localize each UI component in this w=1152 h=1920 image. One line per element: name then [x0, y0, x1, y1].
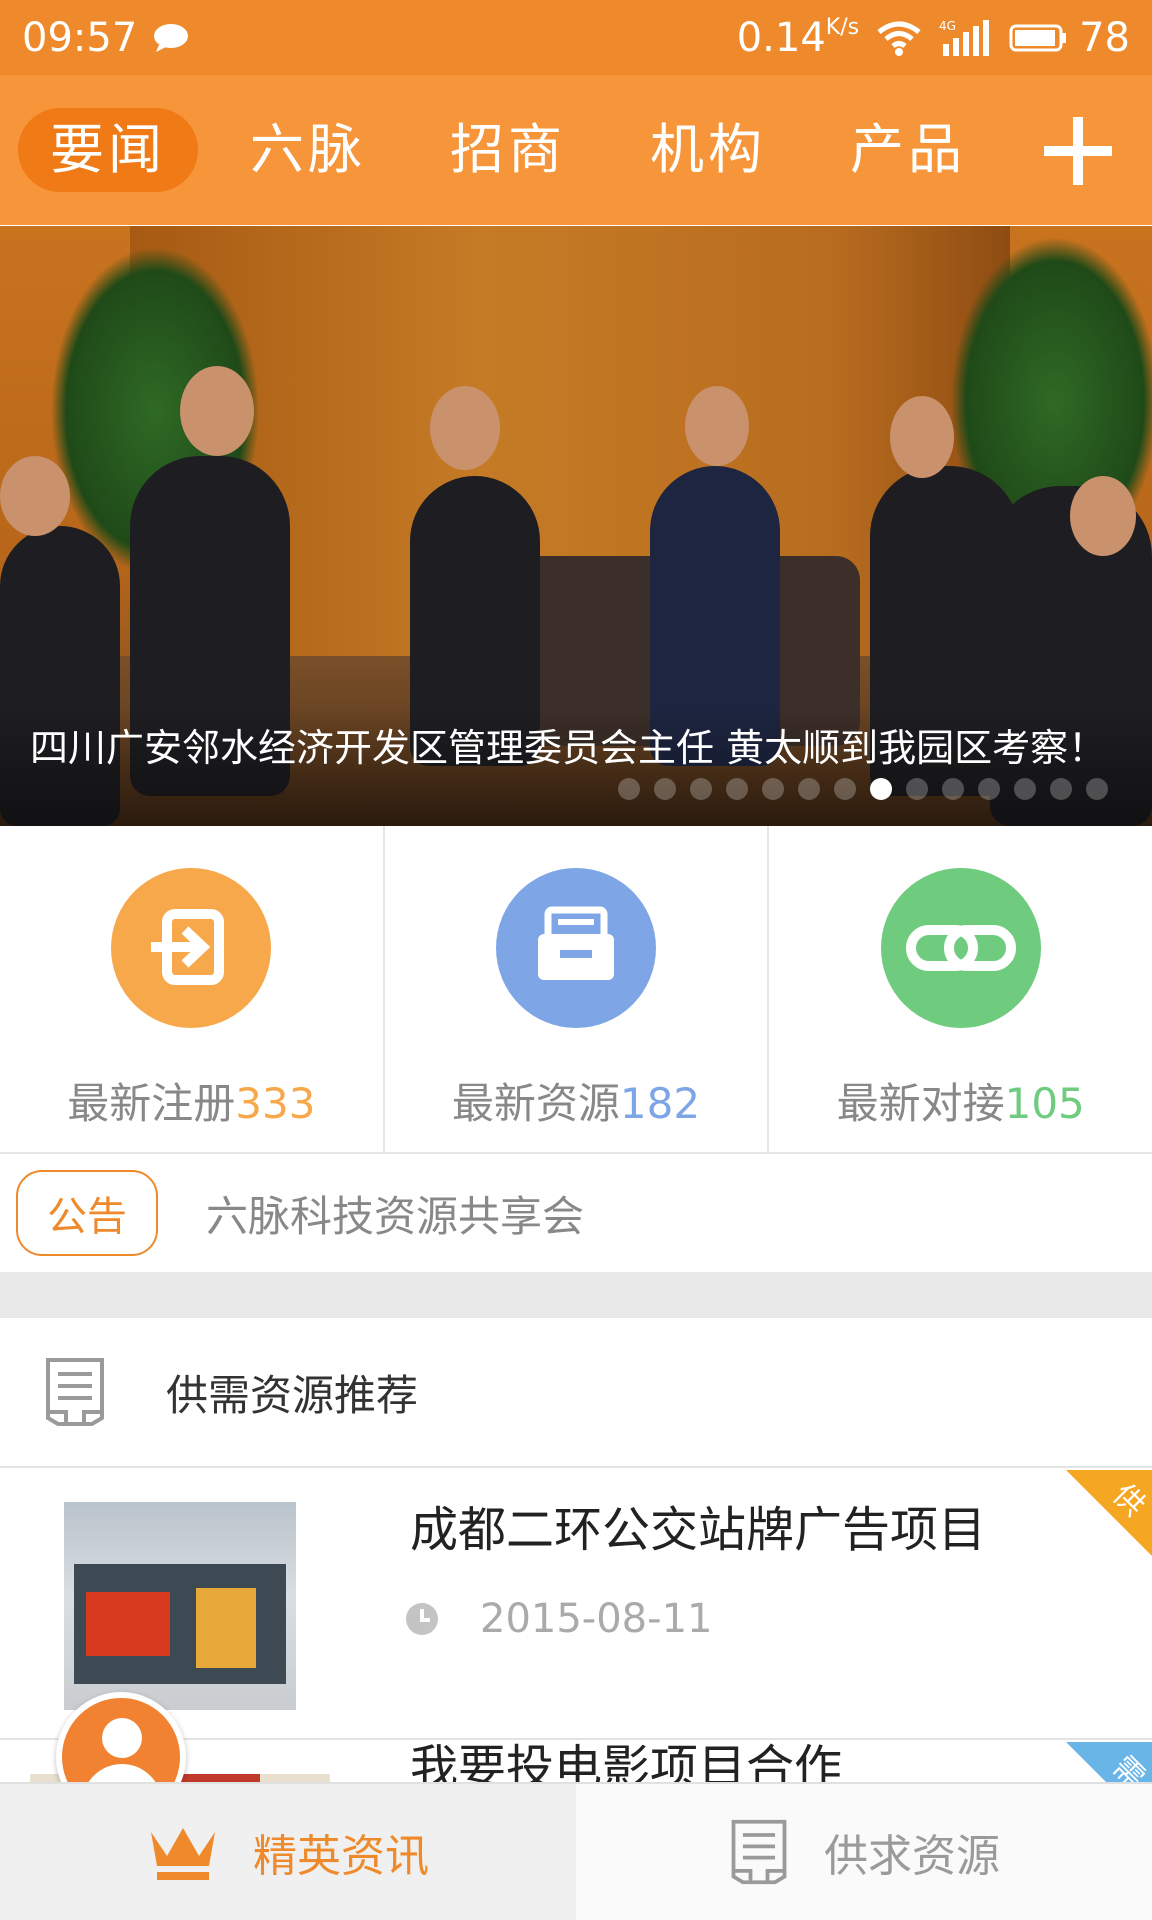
carousel-dot[interactable]	[654, 778, 676, 800]
stat-value: 182	[619, 1079, 701, 1128]
carousel-indicator	[618, 778, 1108, 800]
carousel-dot[interactable]	[1086, 778, 1108, 800]
banner-photo-head	[180, 366, 254, 456]
wifi-icon	[877, 21, 921, 56]
link-icon	[880, 868, 1041, 1028]
stat-label: 最新资源182	[451, 1079, 701, 1128]
inbox-icon	[496, 868, 656, 1028]
stat-value: 333	[235, 1079, 316, 1128]
status-bar: 09:57 0.14K/s 4G 78	[0, 0, 1152, 75]
item-date: 2015-08-11	[480, 1596, 713, 1642]
tab-news[interactable]: 要闻	[18, 108, 198, 192]
svg-text:4G: 4G	[939, 19, 956, 33]
carousel-dot[interactable]	[762, 778, 784, 800]
stat-resources[interactable]: 最新资源182	[385, 826, 770, 1152]
banner-photo-head	[890, 396, 954, 478]
network-speed: 0.14K/s	[736, 14, 860, 61]
notice-bar[interactable]: 公告 六脉科技资源共享会	[0, 1154, 1152, 1272]
battery-icon	[1009, 24, 1067, 51]
login-icon	[111, 868, 272, 1028]
battery-level: 78	[1079, 14, 1130, 61]
crown-icon	[151, 1828, 215, 1880]
carousel-dot[interactable]	[834, 778, 856, 800]
section-divider	[0, 1272, 1152, 1318]
tab-elite-news-label: 精英资讯	[253, 1831, 429, 1882]
tab-institutions[interactable]: 机构	[618, 108, 798, 192]
tab-investment[interactable]: 招商	[418, 108, 598, 192]
item-date-row: 2015-08-11	[404, 1596, 712, 1642]
section-title: 供需资源推荐	[166, 1370, 419, 1420]
item-title: 成都二环公交站牌广告项目	[410, 1502, 987, 1558]
carousel-dot[interactable]	[942, 778, 964, 800]
battery-indicator: 78	[1009, 15, 1130, 61]
bottom-nav: 精英资讯 供求资源	[0, 1782, 1152, 1920]
stats-row: 最新注册333 最新资源182 最新对接105	[0, 826, 1152, 1154]
clock-icon	[406, 1603, 438, 1635]
banner-photo-head	[0, 456, 70, 536]
stat-label: 最新注册333	[67, 1079, 316, 1128]
tab-supply-demand-label: 供求资源	[824, 1831, 1000, 1882]
item-thumbnail	[64, 1502, 296, 1710]
carousel-dot[interactable]	[798, 778, 820, 800]
message-icon	[154, 23, 189, 52]
notice-text[interactable]: 六脉科技资源共享会	[206, 1183, 584, 1244]
stat-registrations[interactable]: 最新注册333	[0, 826, 385, 1152]
stat-value: 105	[1004, 1079, 1085, 1128]
banner-photo-head	[685, 386, 749, 466]
tab-supply-demand[interactable]: 供求资源	[576, 1784, 1152, 1920]
document-icon	[731, 1819, 787, 1885]
stat-label: 最新对接105	[836, 1079, 1085, 1128]
list-item[interactable]: 成都二环公交站牌广告项目 2015-08-11 供	[0, 1470, 1152, 1740]
notice-badge: 公告	[16, 1170, 158, 1256]
carousel-dot[interactable]	[726, 778, 748, 800]
carousel-dot[interactable]	[870, 778, 892, 800]
carousel-dot[interactable]	[978, 778, 1000, 800]
status-time: 09:57	[22, 14, 138, 61]
carousel-dot[interactable]	[618, 778, 640, 800]
add-tab-plus-icon[interactable]	[1040, 113, 1116, 189]
document-icon	[46, 1358, 104, 1426]
tab-liumai[interactable]: 六脉	[218, 108, 398, 192]
signal-icon: 4G	[939, 19, 990, 56]
banner-carousel[interactable]: 四川广安邻水经济开发区管理委员会主任 黄太顺到我园区考察！	[0, 226, 1152, 826]
carousel-dot[interactable]	[1014, 778, 1036, 800]
carousel-dot[interactable]	[1050, 778, 1072, 800]
banner-photo-head	[1070, 476, 1136, 556]
tab-elite-news[interactable]: 精英资讯	[0, 1784, 576, 1920]
carousel-dot[interactable]	[906, 778, 928, 800]
top-nav: 要闻 六脉 招商 机构 产品	[0, 75, 1152, 225]
stat-connections[interactable]: 最新对接105	[769, 826, 1152, 1152]
banner-photo-head	[430, 386, 500, 470]
carousel-dot[interactable]	[690, 778, 712, 800]
tab-products[interactable]: 产品	[818, 108, 998, 192]
section-header: 供需资源推荐	[0, 1318, 1152, 1468]
banner-title: 四川广安邻水经济开发区管理委员会主任 黄太顺到我园区考察！	[30, 726, 1107, 770]
